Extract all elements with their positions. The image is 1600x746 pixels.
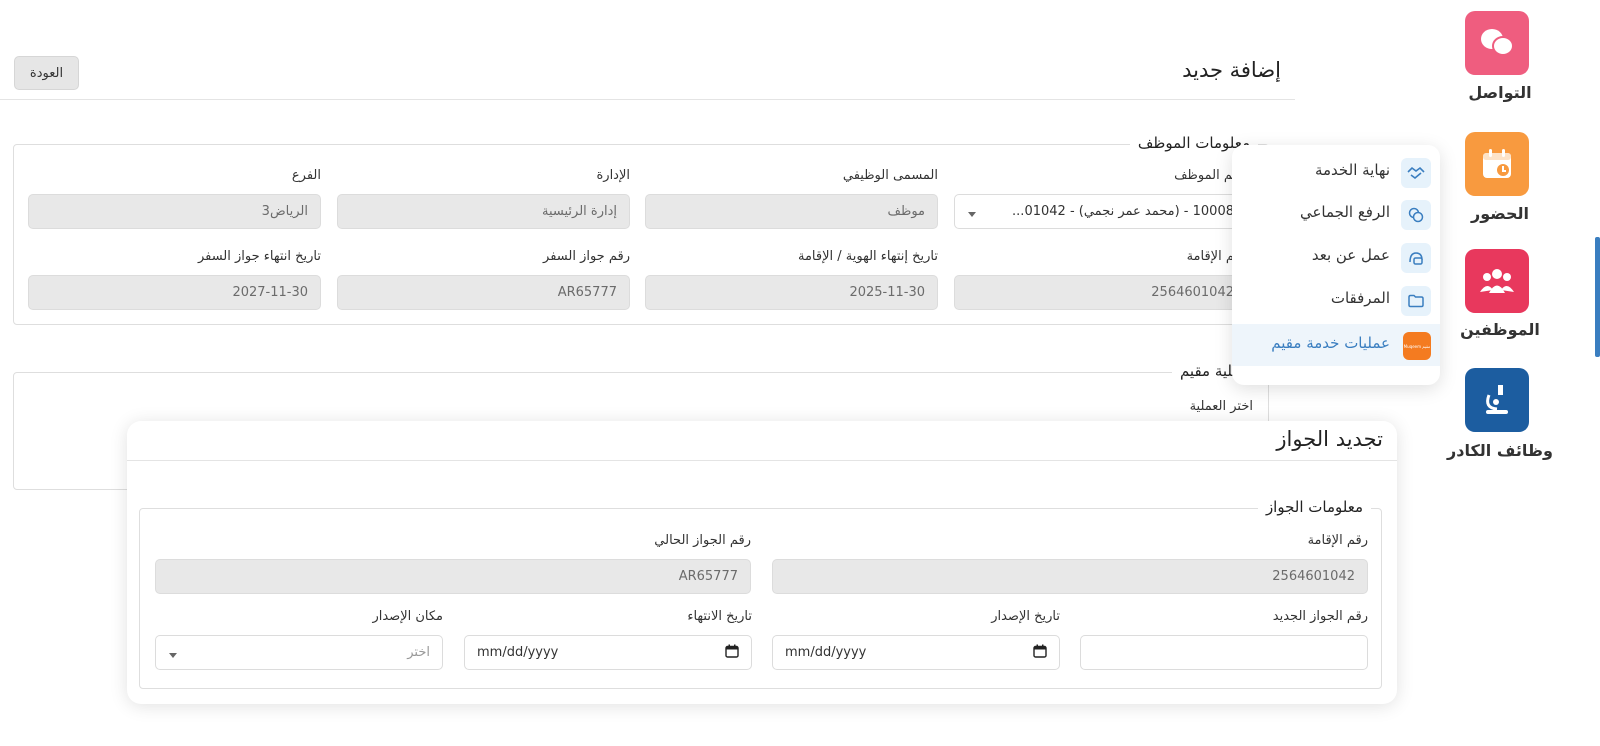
submenu-label: المرفقات: [1330, 289, 1390, 307]
users-group-icon: [1465, 249, 1529, 313]
submenu-item-remote-work[interactable]: عمل عن بعد: [1232, 236, 1440, 278]
new-passport-input[interactable]: [1080, 635, 1368, 670]
job-title-group: المسمى الوظيفي موظف: [645, 168, 938, 229]
menu-item-communication[interactable]: التواصل: [1425, 10, 1600, 110]
microscope-icon: [1465, 368, 1529, 432]
job-title-label: المسمى الوظيفي: [842, 168, 938, 183]
menu-label-staff-jobs: وظائف الكادر: [1447, 441, 1553, 460]
employees-submenu-popup: نهاية الخدمة الرفع الجماعي عمل عن بعد ال…: [1232, 145, 1440, 385]
back-button[interactable]: العودة: [14, 56, 79, 90]
passport-expiry-label: تاريخ انتهاء جواز السفر: [197, 249, 321, 264]
handshake-icon: [1401, 158, 1431, 188]
copy-icon: [1401, 200, 1431, 230]
expiry-date-label: تاريخ الانتهاء: [687, 609, 752, 624]
passport-renewal-card: تجديد الجواز معلومات الجواز رقم الإقامة …: [127, 421, 1397, 704]
iqama-number-field: 2564601042: [954, 275, 1247, 310]
submenu-label: عمل عن بعد: [1311, 246, 1390, 264]
chevron-down-icon: [968, 212, 976, 217]
folder-icon: [1401, 286, 1431, 316]
current-passport-field: AR65777: [155, 559, 751, 594]
chat-bubbles-icon: [1465, 11, 1529, 75]
issue-date-group: تاريخ الإصدار mm/dd/yyyy: [772, 609, 1060, 670]
employee-name-label: اسم الموظف: [1174, 168, 1247, 183]
renewal-iqama-group: رقم الإقامة 2564601042: [772, 533, 1368, 594]
expiry-date-group: تاريخ الانتهاء mm/dd/yyyy: [464, 609, 752, 670]
menu-item-employees[interactable]: الموظفين: [1425, 248, 1600, 348]
passport-number-label: رقم جواز السفر: [543, 249, 630, 264]
submenu-label: عمليات خدمة مقيم: [1271, 334, 1390, 352]
chevron-down-icon: [169, 653, 177, 658]
employee-name-value: 10008 - (محمد عمر نجمي) - 01042...: [1012, 204, 1234, 219]
submenu-label: نهاية الخدمة: [1314, 161, 1390, 179]
employee-name-group: اسم الموظف 10008 - (محمد عمر نجمي) - 010…: [954, 168, 1247, 229]
passport-number-field: AR65777: [337, 275, 630, 310]
calendar-icon[interactable]: [1033, 644, 1047, 662]
new-passport-label: رقم الجواز الجديد: [1272, 609, 1368, 624]
current-passport-label: رقم الجواز الحالي: [654, 533, 751, 548]
expiry-date-input[interactable]: mm/dd/yyyy: [464, 635, 752, 670]
renewal-header: تجديد الجواز: [127, 421, 1397, 461]
department-field: إدارة الرئيسية: [337, 194, 630, 229]
iqama-number-label: رقم الإقامة: [1186, 249, 1247, 264]
calendar-icon[interactable]: [725, 644, 739, 662]
id-expiry-field: 2025-11-30: [645, 275, 938, 310]
side-menu: التواصل الحضور الموظفين وظائف الكادر: [1425, 0, 1600, 480]
remote-work-icon: [1401, 243, 1431, 273]
passport-expiry-group: تاريخ انتهاء جواز السفر 2027-11-30: [28, 249, 321, 310]
employee-name-select[interactable]: 10008 - (محمد عمر نجمي) - 01042...: [954, 194, 1247, 229]
panel-header: إضافة جديد العودة: [0, 50, 1295, 100]
job-title-field: موظف: [645, 194, 938, 229]
active-menu-indicator: [1595, 237, 1600, 357]
passport-expiry-field: 2027-11-30: [28, 275, 321, 310]
page-title: إضافة جديد: [1182, 58, 1281, 82]
issue-place-group: مكان الإصدار اختر: [155, 609, 443, 670]
renewal-iqama-label: رقم الإقامة: [1307, 533, 1368, 548]
passport-number-group: رقم جواز السفر AR65777: [337, 249, 630, 310]
issue-place-select[interactable]: اختر: [155, 635, 443, 670]
issue-date-placeholder: mm/dd/yyyy: [785, 645, 867, 660]
operation-select-label: اختر العملية: [1189, 399, 1253, 414]
branch-field: الرياض3: [28, 194, 321, 229]
id-expiry-group: تاريخ إنتهاء الهوية / الإقامة 2025-11-30: [645, 249, 938, 310]
branch-label: الفرع: [291, 168, 321, 183]
id-expiry-label: تاريخ إنتهاء الهوية / الإقامة: [798, 249, 938, 264]
renewal-title: تجديد الجواز: [1276, 427, 1383, 451]
branch-group: الفرع الرياض3: [28, 168, 321, 229]
submenu-item-bulk-upload[interactable]: الرفع الجماعي: [1232, 193, 1440, 235]
menu-label-attendance: الحضور: [1470, 204, 1530, 223]
muqeem-logo-text: مقيم Muqeem: [1403, 343, 1431, 349]
submenu-item-end-of-service[interactable]: نهاية الخدمة: [1232, 151, 1440, 193]
issue-place-label: مكان الإصدار: [372, 609, 443, 624]
new-passport-group: رقم الجواز الجديد: [1080, 609, 1368, 670]
current-passport-group: رقم الجواز الحالي AR65777: [155, 533, 751, 594]
issue-place-placeholder: اختر: [407, 645, 430, 660]
department-label: الإدارة: [596, 168, 630, 183]
menu-label-employees: الموظفين: [1460, 320, 1540, 339]
menu-item-staff-jobs[interactable]: وظائف الكادر: [1425, 367, 1600, 467]
passport-info-legend: معلومات الجواز: [1257, 498, 1371, 516]
issue-date-input[interactable]: mm/dd/yyyy: [772, 635, 1060, 670]
submenu-item-muqeem-services[interactable]: مقيم Muqeem عمليات خدمة مقيم: [1232, 324, 1440, 366]
renewal-iqama-field: 2564601042: [772, 559, 1368, 594]
department-group: الإدارة إدارة الرئيسية: [337, 168, 630, 229]
issue-date-label: تاريخ الإصدار: [991, 609, 1060, 624]
menu-label-communication: التواصل: [1468, 83, 1532, 102]
muqeem-logo: مقيم Muqeem: [1403, 332, 1431, 360]
expiry-date-placeholder: mm/dd/yyyy: [477, 645, 559, 660]
iqama-number-group: رقم الإقامة 2564601042: [954, 249, 1247, 310]
menu-item-attendance[interactable]: الحضور: [1425, 131, 1600, 231]
submenu-label: الرفع الجماعي: [1299, 203, 1390, 221]
submenu-item-attachments[interactable]: المرفقات: [1232, 279, 1440, 321]
calendar-icon: [1465, 132, 1529, 196]
